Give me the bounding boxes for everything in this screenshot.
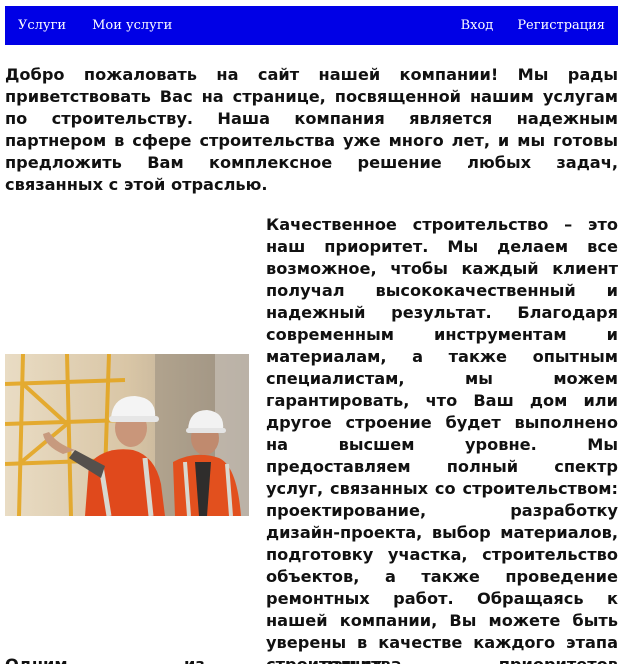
priorities-paragraph: Одним из наших приоритетов — [5, 654, 618, 664]
top-navbar: Услуги Мои услуги Вход Регистрация — [5, 6, 618, 45]
intro-paragraph: Добро пожаловать на сайт нашей компании!… — [5, 65, 618, 195]
nav-link-my-services[interactable]: Мои услуги — [92, 18, 172, 33]
nav-link-services[interactable]: Услуги — [18, 18, 66, 33]
services-description-paragraph: Качественное строительство – это наш при… — [266, 215, 618, 664]
construction-workers-image — [5, 354, 249, 516]
nav-link-register[interactable]: Регистрация — [517, 18, 605, 33]
nav-left-group: Услуги Мои услуги — [18, 18, 172, 33]
nav-link-login[interactable]: Вход — [461, 18, 494, 33]
nav-right-group: Вход Регистрация — [437, 18, 605, 33]
